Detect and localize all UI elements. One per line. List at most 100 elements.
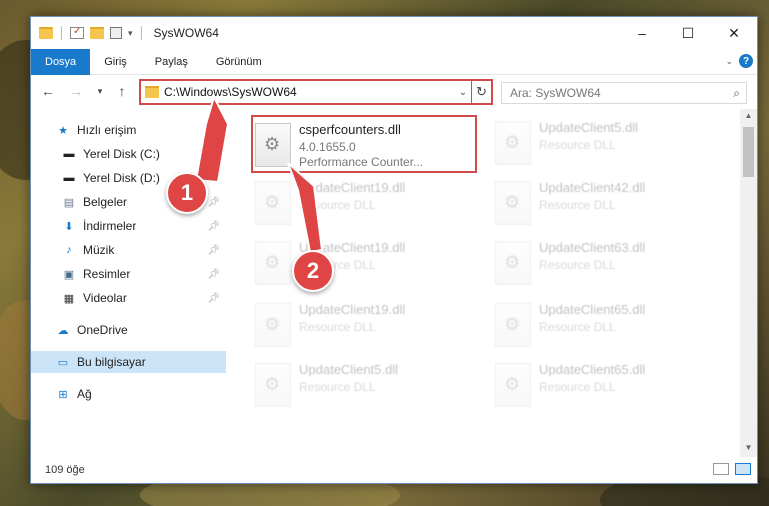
minimize-button[interactable]: – — [619, 17, 665, 49]
close-button[interactable]: ✕ — [711, 17, 757, 49]
file-item[interactable]: UpdateClient19.dllResource DLL — [255, 237, 475, 289]
nav-label: Belgeler — [83, 195, 128, 209]
file-type: Resource DLL — [539, 380, 616, 394]
nav-network[interactable]: ⊞ Ağ — [31, 383, 226, 405]
file-name: UpdateClient5.dll — [539, 120, 639, 135]
drive-icon: ▬ — [63, 172, 75, 184]
recent-locations-chevron-icon[interactable]: ▾ — [91, 86, 109, 97]
address-path[interactable]: C:\Windows\SysWOW64 — [164, 85, 455, 99]
file-name: UpdateClient19.dll — [299, 180, 406, 195]
file-item[interactable]: UpdateClient5.dll Resource DLL — [495, 117, 715, 169]
music-note-icon: ♪ — [66, 244, 72, 256]
nav-label: OneDrive — [77, 323, 128, 337]
file-description: Performance Counter... — [299, 155, 424, 169]
pin-icon[interactable]: 📌︎ — [207, 149, 220, 160]
pin-icon[interactable]: 📌︎ — [207, 269, 220, 280]
nav-item-music[interactable]: ♪ Müzik 📌︎ — [31, 239, 226, 261]
file-item[interactable]: UpdateClient42.dll Resource DLL — [495, 177, 715, 229]
file-item[interactable]: UpdateClient63.dll Resource DLL — [495, 237, 715, 289]
pin-icon[interactable]: 📌︎ — [207, 197, 220, 208]
dll-gear-icon — [255, 363, 291, 407]
tab-paylas[interactable]: Paylaş — [141, 49, 202, 75]
pin-icon[interactable]: 📌︎ — [207, 245, 220, 256]
properties-icon[interactable] — [110, 27, 122, 39]
annotation-badge-1: 1 — [166, 172, 208, 214]
explorer-window: ▾ SysWOW64 – ☐ ✕ Dosya Giriş Paylaş Görü… — [30, 16, 758, 484]
dll-gear-icon — [255, 123, 291, 167]
tiles-view-icon[interactable] — [735, 463, 751, 475]
scroll-up-icon[interactable]: ▲ — [740, 111, 757, 125]
file-item[interactable]: UpdateClient19.dllResource DLL — [255, 177, 475, 229]
address-dropdown-icon[interactable]: ⌄ — [455, 87, 471, 98]
network-icon: ⊞ — [58, 388, 68, 401]
computer-icon: ▭ — [57, 356, 69, 369]
file-item[interactable]: UpdateClient5.dll Resource DLL — [255, 359, 475, 411]
file-item-csperfcounters[interactable]: csperfcounters.dll 4.0.1655.0 Performanc… — [251, 115, 477, 173]
file-type: Resource DLL — [299, 320, 376, 334]
file-type: Resource DLL — [539, 258, 616, 272]
nav-label: Yerel Disk (C:) — [83, 147, 160, 161]
tab-dosya[interactable]: Dosya — [31, 48, 91, 75]
quick-access-toolbar: ▾ — [31, 26, 144, 40]
new-folder-icon[interactable] — [90, 27, 104, 39]
divider — [61, 26, 62, 40]
chevron-down-icon[interactable]: ▾ — [128, 28, 133, 39]
scroll-thumb[interactable] — [743, 127, 754, 177]
refresh-icon[interactable]: ↻ — [471, 81, 491, 103]
details-view-icon[interactable] — [713, 463, 729, 475]
window-controls: – ☐ ✕ — [619, 17, 757, 49]
forward-arrow-icon[interactable]: → — [67, 83, 85, 99]
dll-gear-icon — [255, 303, 291, 347]
nav-item-pictures[interactable]: ▣ Resimler 📌︎ — [31, 263, 226, 285]
file-item[interactable]: UpdateClient19.dllResource DLL — [255, 299, 475, 351]
vertical-scrollbar[interactable]: ▲ ▼ — [740, 109, 757, 459]
download-arrow-icon: ⬇ — [64, 220, 74, 233]
dll-gear-icon — [495, 181, 531, 225]
nav-label: Bu bilgisayar — [77, 355, 146, 369]
dll-gear-icon — [495, 363, 531, 407]
tab-giris[interactable]: Giriş — [90, 49, 141, 75]
nav-quick-access[interactable]: ★ Hızlı erişim — [31, 119, 226, 141]
file-item[interactable]: UpdateClient65.dll Resource DLL — [495, 299, 715, 351]
divider — [140, 26, 142, 40]
address-row: ← → ▾ ↑ C:\Windows\SysWOW64 ⌄ ↻ Ara: Sys… — [31, 75, 757, 109]
file-item[interactable]: UpdateClient65.dll Resource DLL — [495, 359, 715, 411]
cloud-icon: ☁ — [57, 324, 69, 337]
nav-item-videos[interactable]: ▦ Videolar 📌︎ — [31, 287, 226, 309]
document-icon: ▤ — [63, 196, 75, 209]
nav-label: Resimler — [83, 267, 131, 281]
ribbon-tabs: Dosya Giriş Paylaş Görünüm ⌄ ? — [31, 48, 757, 75]
scroll-down-icon[interactable]: ▼ — [740, 443, 757, 457]
file-type: Resource DLL — [539, 198, 616, 212]
help-icon[interactable]: ? — [739, 54, 753, 68]
properties-check-icon[interactable] — [70, 26, 84, 39]
back-arrow-icon[interactable]: ← — [39, 83, 57, 99]
tab-gorunum[interactable]: Görünüm — [202, 49, 276, 75]
file-type: Resource DLL — [539, 320, 616, 334]
file-type: Resource DLL — [299, 380, 376, 394]
search-input[interactable]: Ara: SysWOW64 ⌕ — [501, 82, 747, 104]
folder-icon — [145, 86, 159, 98]
nav-item-disk-c[interactable]: ▬ Yerel Disk (C:) 📌︎ — [31, 143, 226, 165]
file-name: UpdateClient65.dll — [539, 362, 646, 377]
up-arrow-icon[interactable]: ↑ — [113, 83, 131, 99]
dll-gear-icon — [255, 241, 291, 285]
file-version: 4.0.1655.0 — [299, 140, 356, 154]
nav-this-pc[interactable]: ▭ Bu bilgisayar — [31, 351, 226, 373]
dll-gear-icon — [495, 303, 531, 347]
expand-ribbon-icon[interactable]: ⌄ — [725, 56, 733, 67]
maximize-button[interactable]: ☐ — [665, 17, 711, 49]
dll-gear-icon — [495, 121, 531, 165]
address-bar[interactable]: C:\Windows\SysWOW64 ⌄ ↻ — [139, 79, 493, 105]
dll-gear-icon — [495, 241, 531, 285]
nav-label: İndirmeler — [83, 219, 137, 233]
pin-icon[interactable]: 📌︎ — [207, 293, 220, 304]
search-icon[interactable]: ⌕ — [733, 86, 740, 101]
window-title: SysWOW64 — [153, 26, 219, 40]
nav-label: Ağ — [77, 387, 92, 401]
nav-onedrive[interactable]: ☁ OneDrive — [31, 319, 226, 341]
pin-icon[interactable]: 📌︎ — [207, 173, 220, 184]
nav-item-downloads[interactable]: ⬇ İndirmeler 📌︎ — [31, 215, 226, 237]
status-bar: 109 öğe — [31, 457, 757, 483]
pin-icon[interactable]: 📌︎ — [207, 221, 220, 232]
